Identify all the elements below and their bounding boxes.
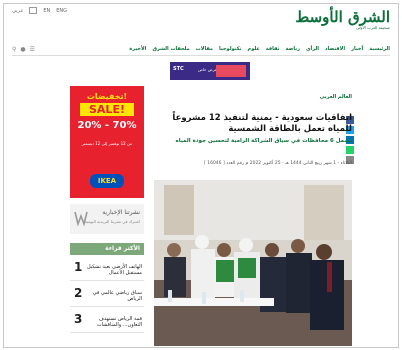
- lang-en[interactable]: EN: [43, 8, 50, 14]
- ad-percent: 20% - 70%: [77, 120, 137, 131]
- ad-sale: SALE!: [80, 103, 134, 116]
- nav-item-news[interactable]: أخبار: [351, 46, 363, 52]
- list-item[interactable]: 2 سباق رياضي عالمي في الرياض: [70, 284, 144, 307]
- item-text: سباق رياضي عالمي في الرياض: [92, 290, 142, 302]
- site-logo[interactable]: الشرق الأوسط صحيفة العرب الأولى: [295, 8, 390, 31]
- item-number: 1: [74, 260, 83, 274]
- search-icon[interactable]: ⚲: [12, 46, 16, 53]
- ikea-logo: IKEA: [90, 174, 124, 188]
- main-nav: ⚲ ● ☰ الرئيسية أخبار الاقتصاد الرأي رياض…: [12, 43, 390, 56]
- nav-item-supplements[interactable]: ملحقات الشرق: [152, 46, 189, 52]
- item-number: 2: [74, 286, 83, 300]
- article-photo: [154, 180, 352, 346]
- article-meta: الثلاثاء - 1 شهر ربيع الثاني 1444 هـ - 2…: [204, 161, 352, 166]
- nav-item-last[interactable]: الأخيرة: [129, 46, 146, 52]
- user-icon[interactable]: ●: [20, 46, 25, 53]
- newsletter-subtitle: اشترك في نشرتنا البريدية اليومية: [84, 219, 140, 224]
- nav-item-economy[interactable]: الاقتصاد: [325, 46, 345, 52]
- ikea-ad[interactable]: تخفيضات! SALE! 20% - 70% من 12 نوفمبر إل…: [70, 86, 144, 198]
- nav-item-articles[interactable]: مقالات: [196, 46, 213, 52]
- item-number: 3: [74, 312, 83, 326]
- banner-graphic: [216, 65, 246, 77]
- lang-arabic[interactable]: عربي: [12, 8, 23, 14]
- ad-headline: تخفيضات!: [86, 92, 128, 101]
- nav-item-science[interactable]: علوم: [248, 46, 260, 52]
- banner-text: عرض خاص: [198, 67, 218, 72]
- menu-icon[interactable]: ☰: [30, 46, 35, 53]
- nav-items: الرئيسية أخبار الاقتصاد الرأي رياضة ثقاف…: [129, 46, 390, 52]
- item-text: الهاتف الأرضي يعيد تشكيل مستقبل الأعمال: [87, 264, 142, 276]
- utility-bar: عربي EN ENG: [12, 7, 67, 14]
- nav-item-tech[interactable]: تكنولوجيا: [219, 46, 242, 52]
- newsletter-icon: [74, 211, 88, 227]
- ikea-logo-text: IKEA: [97, 177, 117, 185]
- whatsapp-icon[interactable]: [346, 146, 354, 154]
- browser-page: عربي EN ENG الشرق الأوسط صحيفة العرب الأ…: [3, 3, 399, 348]
- list-item[interactable]: 3 قمة الرياض تستهدف التعاون... والمناقشا…: [70, 310, 144, 333]
- article-title: اتفاقيات سعودية - يمنية لتنفيذ 12 مشروعا…: [172, 113, 352, 134]
- banner-brand: STC: [173, 66, 184, 72]
- nav-item-sport[interactable]: رياضة: [285, 46, 300, 52]
- most-read-header: الأكثر قراءة: [70, 243, 144, 255]
- lang-eng[interactable]: ENG: [56, 8, 67, 14]
- list-item[interactable]: 1 الهاتف الأرضي يعيد تشكيل مستقبل الأعما…: [70, 258, 144, 281]
- logo-text: الشرق الأوسط: [295, 8, 390, 26]
- ad-note: من 12 نوفمبر إلى 12 ديسمبر: [81, 141, 133, 146]
- breadcrumb[interactable]: العالم العربي: [320, 94, 352, 100]
- top-banner-ad[interactable]: STC عرض خاص: [170, 62, 250, 80]
- newsletter-title: نشرتنا الإخبارية: [102, 209, 140, 216]
- nav-item-opinion[interactable]: الرأي: [306, 46, 319, 52]
- nav-icons: ⚲ ● ☰: [12, 46, 35, 53]
- nav-item-culture[interactable]: ثقافة: [266, 46, 280, 52]
- newsletter-box[interactable]: نشرتنا الإخبارية اشترك في نشرتنا البريدي…: [70, 204, 144, 234]
- flag-icon: [29, 7, 38, 14]
- article-subtitle: تشمل 6 محافظات في سياق الشراكة الرامية ل…: [175, 138, 353, 144]
- nav-item-home[interactable]: الرئيسية: [369, 46, 390, 52]
- most-read-title: الأكثر قراءة: [105, 245, 140, 252]
- item-text: قمة الرياض تستهدف التعاون... والمناقشات: [96, 316, 142, 328]
